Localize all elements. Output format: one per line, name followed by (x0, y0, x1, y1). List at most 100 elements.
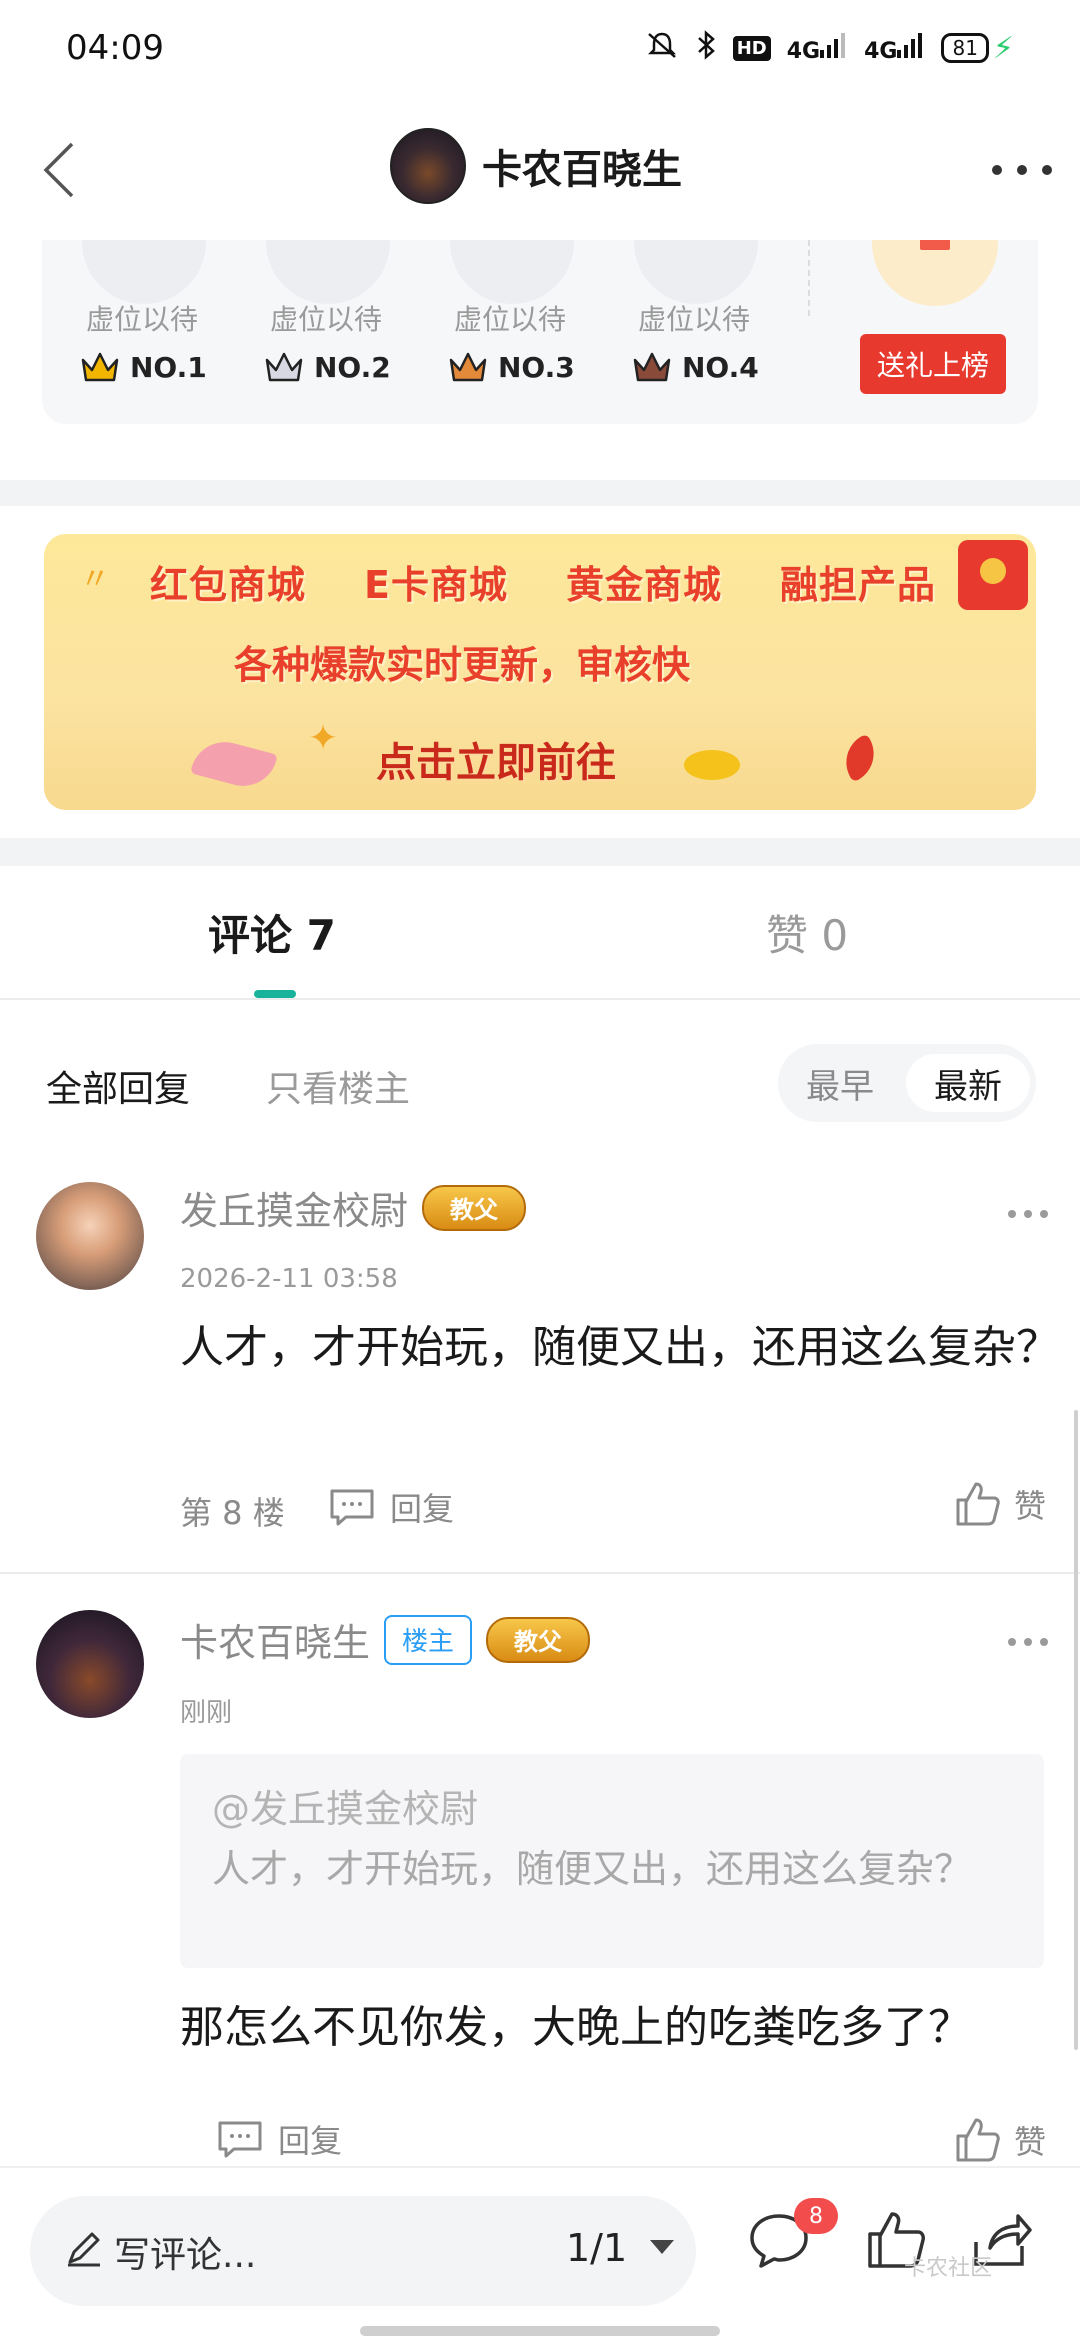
rank-badge: NO.4 (632, 350, 759, 384)
more-dot-icon (992, 165, 1002, 175)
quoted-author: @发丘摸金校尉 (212, 1787, 479, 1831)
comment-author-row: 发丘摸金校尉 教父 (180, 1180, 527, 1235)
comment-text: 那怎么不见你发，大晚上的吃粪吃多了？ (180, 2002, 972, 2053)
comment-time: 2026-2-11 03:58 (180, 1264, 398, 1294)
signal-icon-1: 4G (787, 32, 848, 64)
mute-icon (645, 30, 679, 66)
reply-icon (330, 1489, 374, 1526)
slot-label: 虚位以待 (85, 303, 198, 336)
write-comment-input[interactable]: 写评论... 1/1 (30, 2196, 696, 2306)
reply-button[interactable]: 回复 (328, 1484, 454, 1530)
rank-badge: NO.3 (448, 350, 575, 384)
tab-likes[interactable]: 赞 0 (766, 902, 848, 963)
placeholder-avatar (634, 240, 758, 304)
comment-author-row: 卡农百晓生 楼主 教父 (180, 1612, 591, 1667)
reply-icon (218, 2121, 262, 2158)
thumbs-up-icon (956, 1482, 1000, 1526)
coin-icon (684, 750, 740, 780)
rank-badge: NO.2 (264, 350, 391, 384)
status-bar: 04:09 HD 4G 4G 81 ⚡ (0, 0, 1080, 96)
gift-rank-button[interactable]: 送礼上榜 (860, 334, 1006, 394)
section-separator (0, 838, 1080, 866)
tab-bar: 评论 7 赞 0 (0, 868, 1080, 1000)
battery-icon: 81 ⚡ (941, 31, 1014, 66)
back-arrow-icon (43, 142, 74, 198)
slot-label: 虚位以待 (637, 303, 750, 336)
banner-item: E卡商城 (364, 563, 508, 607)
banner-item: 红包商城 (150, 563, 307, 607)
comment-more-button[interactable] (1008, 1210, 1048, 1222)
bottom-bar: 写评论... 1/1 8 卡农社区 (0, 2166, 1080, 2340)
nav-user[interactable]: 卡农百晓生 (390, 128, 682, 204)
floor-number: 第 8 楼 (180, 1494, 285, 1532)
back-button[interactable] (24, 132, 94, 208)
banner-items: 红包商城 E卡商城 黄金商城 融担产品 (150, 554, 936, 609)
home-indicator[interactable] (360, 2326, 720, 2336)
comment-divider (0, 1572, 1080, 1574)
banner-item: 黄金商城 (565, 563, 722, 607)
gift-ranking-card: 虚位以待 NO.1 虚位以待 NO.2 虚位以待 NO.3 虚位以待 NO.4 … (42, 240, 1038, 424)
ribbon-decoration (190, 734, 278, 794)
charging-icon: ⚡ (992, 30, 1014, 66)
filter-row: 全部回复 只看楼主 最早 最新 (0, 1040, 1080, 1126)
red-envelope-icon (958, 540, 1028, 610)
sort-toggle: 最早 最新 (778, 1044, 1036, 1122)
sort-earliest[interactable]: 最早 (784, 1054, 896, 1112)
placeholder-avatar (82, 240, 206, 304)
author-name[interactable]: 发丘摸金校尉 (180, 1180, 408, 1235)
filter-op-only[interactable]: 只看楼主 (266, 1060, 410, 1112)
more-button[interactable] (992, 150, 1052, 190)
like-button[interactable]: 赞 (954, 1480, 1046, 1528)
write-placeholder: 写评论... (114, 2235, 257, 2276)
banner-item: 融担产品 (780, 563, 937, 607)
tab-comments[interactable]: 评论 7 (208, 902, 336, 963)
avatar[interactable] (36, 1610, 144, 1718)
banner-cta[interactable]: 点击立即前往 (376, 730, 616, 788)
slot-label: 虚位以待 (453, 303, 566, 336)
sparkle-icon: 〃 (80, 562, 110, 597)
pen-icon (68, 2232, 100, 2267)
avatar[interactable] (390, 128, 466, 204)
thumbs-up-icon (956, 2118, 1000, 2162)
page-indicator[interactable]: 1/1 (566, 2226, 627, 2270)
placeholder-avatar (266, 240, 390, 304)
crown-dark-icon (633, 352, 671, 382)
divider (808, 240, 810, 316)
like-button[interactable]: 赞 (954, 2116, 1046, 2164)
crown-silver-icon (265, 352, 303, 382)
status-time: 04:09 (66, 28, 164, 68)
avatar[interactable] (36, 1182, 144, 1290)
banner-subtitle: 各种爆款实时更新，审核快 (234, 643, 691, 687)
filter-all-replies[interactable]: 全部回复 (46, 1060, 190, 1112)
comment-time: 刚刚 (180, 1698, 233, 1728)
section-separator (0, 480, 1080, 506)
sort-newest[interactable]: 最新 (906, 1054, 1030, 1112)
gift-icon[interactable] (872, 240, 998, 306)
reply-button[interactable]: 回复 (216, 2116, 342, 2162)
comment-text: 人才，才开始玩，随便又出，还用这么复杂？ (180, 1322, 1060, 1373)
rank-badge: NO.1 (80, 350, 207, 384)
star-icon: ✦ (308, 718, 339, 759)
slot-label: 虚位以待 (269, 303, 382, 336)
nav-bar: 卡农百晓生 (0, 110, 1080, 230)
caret-down-icon[interactable] (650, 2240, 674, 2254)
signal-icon-2: 4G (864, 32, 925, 64)
bluetooth-icon (695, 30, 717, 66)
author-name[interactable]: 卡农百晓生 (180, 1612, 370, 1667)
hd-icon: HD (732, 35, 771, 61)
quoted-comment[interactable]: @发丘摸金校尉 人才，才开始玩，随便又出，还用这么复杂？ (180, 1754, 1044, 1968)
op-badge: 楼主 (384, 1614, 473, 1665)
watermark-text: 卡农社区 (904, 2256, 993, 2281)
placeholder-avatar (450, 240, 574, 304)
tab-indicator (254, 990, 296, 998)
crown-bronze-icon (449, 352, 487, 382)
promo-banner[interactable]: 〃 红包商城 E卡商城 黄金商城 融担产品 各种爆款实时更新，审核快 点击立即前… (44, 534, 1036, 810)
title-badge: 教父 (486, 1616, 591, 1663)
scrollbar[interactable] (1074, 1410, 1078, 2050)
comment-count-badge: 8 (794, 2198, 838, 2234)
comment-more-button[interactable] (1008, 1638, 1048, 1650)
chili-decoration (835, 733, 885, 783)
crown-gold-icon (81, 352, 119, 382)
page-title: 卡农百晓生 (482, 147, 682, 193)
status-icons: HD 4G 4G 81 ⚡ (645, 30, 1014, 66)
